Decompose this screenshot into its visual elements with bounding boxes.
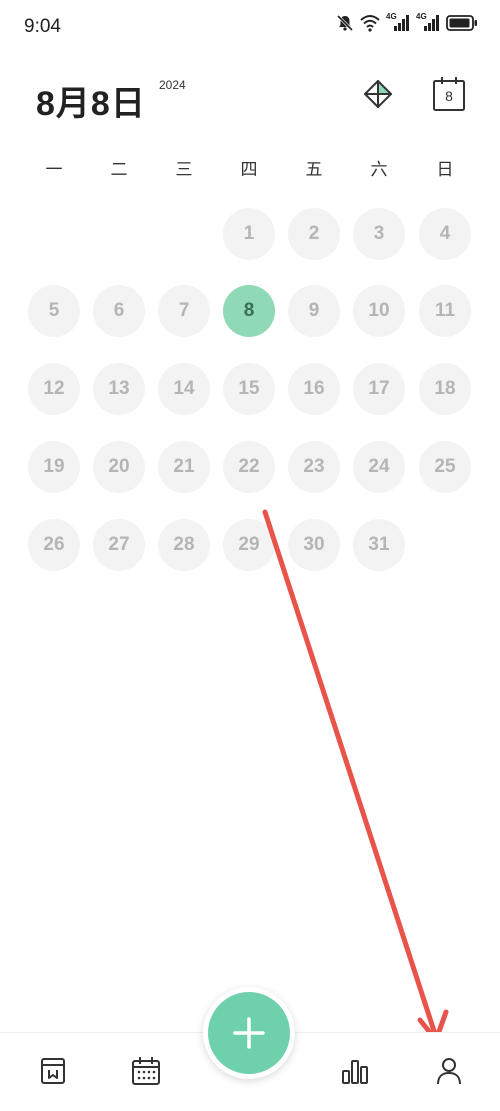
calendar-day[interactable]: 23: [288, 441, 340, 493]
calendar-day[interactable]: 28: [158, 519, 210, 571]
calendar-day[interactable]: 26: [28, 519, 80, 571]
profile-icon: [437, 1058, 461, 1085]
calendar-day[interactable]: 14: [158, 363, 210, 415]
calendar-day-grid: 1 2 3 4 5 6 7 8 9 10 11 12 13 14 15 16 17 18 19 20 21 22 23 24 2…: [0, 0, 500, 600]
calendar-day[interactable]: 30: [288, 519, 340, 571]
calendar-day[interactable]: 20: [93, 441, 145, 493]
bar-chart-icon: [342, 1060, 368, 1084]
calendar-day[interactable]: 22: [223, 441, 275, 493]
calendar-day[interactable]: 18: [419, 363, 471, 415]
calendar-day[interactable]: 12: [28, 363, 80, 415]
calendar-day[interactable]: 5: [28, 285, 80, 337]
calendar-day[interactable]: 25: [419, 441, 471, 493]
calendar-day[interactable]: 9: [288, 285, 340, 337]
calendar-day[interactable]: 7: [158, 285, 210, 337]
calendar-day[interactable]: 24: [353, 441, 405, 493]
calendar-day[interactable]: 29: [223, 519, 275, 571]
calendar-day[interactable]: 13: [93, 363, 145, 415]
calendar-day[interactable]: 27: [93, 519, 145, 571]
nav-notebook[interactable]: [38, 1055, 68, 1087]
calendar-day[interactable]: 6: [93, 285, 145, 337]
calendar-day[interactable]: 31: [353, 519, 405, 571]
nav-calendar[interactable]: [131, 1055, 161, 1087]
calendar-day[interactable]: 16: [288, 363, 340, 415]
calendar-day[interactable]: 10: [353, 285, 405, 337]
calendar-day[interactable]: 21: [158, 441, 210, 493]
add-icon: [233, 1017, 265, 1049]
calendar-day[interactable]: 3: [353, 208, 405, 260]
add-record-button[interactable]: [203, 987, 295, 1079]
calendar-day[interactable]: 15: [223, 363, 275, 415]
calendar-day[interactable]: 17: [353, 363, 405, 415]
calendar-icon: [132, 1057, 160, 1085]
nav-profile[interactable]: [434, 1055, 464, 1087]
nav-statistics[interactable]: [340, 1055, 370, 1087]
calendar-day[interactable]: 1: [223, 208, 275, 260]
calendar-day[interactable]: 2: [288, 208, 340, 260]
calendar-day[interactable]: 4: [419, 208, 471, 260]
calendar-day[interactable]: 11: [419, 285, 471, 337]
calendar-day-selected[interactable]: 8: [223, 285, 275, 337]
calendar-day[interactable]: 19: [28, 441, 80, 493]
notebook-icon: [41, 1058, 65, 1084]
